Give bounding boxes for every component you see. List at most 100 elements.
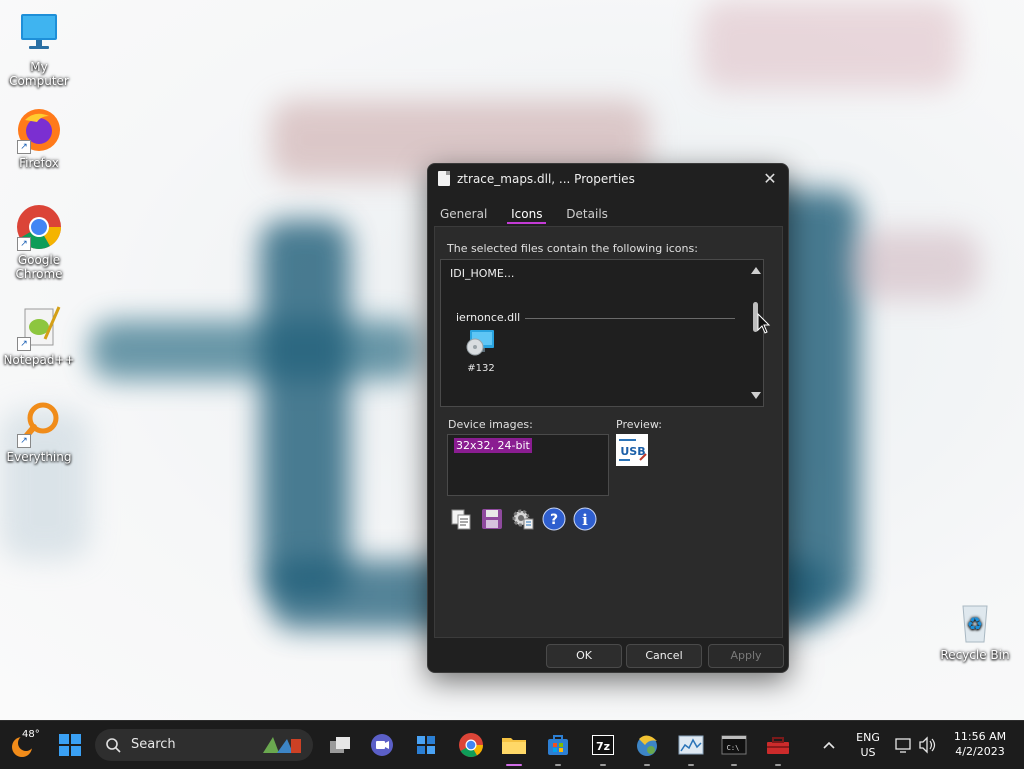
weather-widget[interactable]: 48° <box>6 729 40 761</box>
desktop-icon-label: Firefox <box>19 156 59 170</box>
network-icon <box>895 738 911 753</box>
monitor-chart-icon <box>678 735 704 755</box>
apply-button[interactable]: Apply <box>708 644 784 668</box>
settings-icon[interactable] <box>511 507 535 531</box>
monitor-icon <box>15 10 63 58</box>
search-highlight-icon <box>263 737 301 753</box>
close-icon: ✕ <box>763 169 777 188</box>
lang-line2: US <box>860 746 876 759</box>
start-button[interactable] <box>54 729 86 761</box>
chevron-up-icon <box>823 741 835 749</box>
scroll-down-icon[interactable] <box>751 392 761 399</box>
desktop-icon-label: Google Chrome <box>15 253 63 281</box>
desktop-icon-google-chrome[interactable]: ↗ Google Chrome <box>1 203 77 281</box>
desktop-icon-everything[interactable]: ↗ Everything <box>1 400 77 464</box>
ok-button[interactable]: OK <box>546 644 622 668</box>
active-indicator <box>506 764 522 766</box>
list-item[interactable]: IDI_HOME... <box>450 267 514 280</box>
mouse-cursor-icon <box>757 313 771 334</box>
shortcut-arrow-icon: ↗ <box>17 140 31 154</box>
scroll-up-icon[interactable] <box>751 267 761 274</box>
taskbar-toolbox[interactable] <box>762 729 794 766</box>
svg-text:USB: USB <box>620 445 645 458</box>
taskbar-search[interactable]: Search <box>95 729 313 761</box>
device-image-item[interactable]: 32x32, 24-bit <box>454 438 532 453</box>
file-icon <box>438 171 450 186</box>
shortcut-arrow-icon: ↗ <box>17 237 31 251</box>
icon-item-132[interactable]: #132 <box>463 330 499 374</box>
group-header: iernonce.dll <box>456 311 521 324</box>
device-images-list[interactable]: 32x32, 24-bit <box>447 434 609 496</box>
save-icon[interactable] <box>480 507 504 531</box>
firefox-icon: ↗ <box>15 106 63 154</box>
windows-tiles-icon <box>417 736 435 754</box>
copy-icon[interactable] <box>449 507 473 531</box>
cancel-button[interactable]: Cancel <box>626 644 702 668</box>
terminal-icon: C:\ <box>721 735 747 755</box>
recycle-bin-icon: ♻ <box>951 598 999 646</box>
desktop-icon-my-computer[interactable]: My Computer <box>1 10 77 88</box>
system-tray-status[interactable] <box>890 729 950 761</box>
preview-label: Preview: <box>616 418 662 431</box>
taskbar-7zip[interactable]: 7z <box>587 729 619 766</box>
dialog-title: ztrace_maps.dll, ... Properties <box>457 172 635 186</box>
taskbar-store[interactable] <box>542 729 574 766</box>
taskbar: 48° Search 7z C:\ ENG US 11:56 AM 4/2/20… <box>0 720 1024 769</box>
lang-line1: ENG <box>856 731 880 744</box>
toolbox-icon <box>767 737 789 754</box>
usb-preview-icon: USB <box>616 434 648 466</box>
desktop-icon-firefox[interactable]: ↗ Firefox <box>1 106 77 170</box>
running-indicator <box>644 764 650 766</box>
search-icon <box>106 738 121 753</box>
taskbar-chrome[interactable] <box>455 729 487 761</box>
chrome-icon <box>459 733 483 758</box>
shortcut-arrow-icon: ↗ <box>17 337 31 351</box>
search-placeholder: Search <box>131 737 176 752</box>
taskbar-command-prompt[interactable]: C:\ <box>718 729 750 766</box>
desktop-icon-label: Notepad++ <box>3 353 75 367</box>
properties-dialog: ztrace_maps.dll, ... Properties ✕ Genera… <box>427 163 789 673</box>
running-indicator <box>600 764 606 766</box>
monitor-disc-icon <box>466 330 494 356</box>
input-language-indicator[interactable]: ENG US <box>850 731 886 759</box>
task-view-button[interactable] <box>324 729 356 761</box>
device-images-label: Device images: <box>448 418 533 431</box>
desktop-icon-recycle-bin[interactable]: ♻ Recycle Bin <box>937 598 1013 662</box>
svg-text:7z: 7z <box>596 740 610 753</box>
icons-section-label: The selected files contain the following… <box>447 242 698 255</box>
tab-icons[interactable]: Icons <box>505 207 548 224</box>
folder-icon <box>502 738 526 754</box>
show-hidden-icons-button[interactable] <box>813 729 845 761</box>
svg-text:i: i <box>582 511 588 529</box>
desktop-icon-label: Everything <box>6 450 72 464</box>
icons-list[interactable]: IDI_HOME... iernonce.dll #132 <box>440 259 764 407</box>
taskbar-resource-monitor[interactable] <box>675 729 707 766</box>
chat-button[interactable] <box>366 729 398 761</box>
desktop-icon-notepad-plus-plus[interactable]: ↗ Notepad++ <box>1 303 77 367</box>
taskbar-windows-app[interactable] <box>410 729 442 761</box>
help-icon[interactable]: ? <box>542 507 566 531</box>
windows-logo-icon <box>59 734 81 756</box>
clock-date: 4/2/2023 <box>955 745 1005 758</box>
clock[interactable]: 11:56 AM 4/2/2023 <box>948 730 1012 758</box>
group-divider <box>525 318 735 319</box>
info-icon[interactable]: i <box>573 507 597 531</box>
tab-details[interactable]: Details <box>560 207 614 221</box>
paint-globe-icon <box>637 735 657 756</box>
dialog-titlebar[interactable]: ztrace_maps.dll, ... Properties ✕ <box>428 164 788 194</box>
icon-item-label: #132 <box>467 363 495 374</box>
taskbar-file-explorer[interactable] <box>498 729 530 766</box>
clock-time: 11:56 AM <box>953 730 1007 743</box>
close-button[interactable]: ✕ <box>758 168 782 190</box>
tab-bar: General Icons Details <box>434 207 622 225</box>
running-indicator <box>731 764 737 766</box>
chrome-icon: ↗ <box>15 203 63 251</box>
notepad-plus-plus-icon: ↗ <box>15 303 63 351</box>
taskbar-browser-2[interactable] <box>631 729 663 766</box>
desktop-icon-label: Recycle Bin <box>940 648 1010 662</box>
tab-general[interactable]: General <box>434 207 493 221</box>
desktop-icon-label: My Computer <box>9 60 69 88</box>
svg-text:?: ? <box>550 512 558 528</box>
svg-text:C:\: C:\ <box>727 744 740 752</box>
store-bag-icon <box>548 735 568 755</box>
